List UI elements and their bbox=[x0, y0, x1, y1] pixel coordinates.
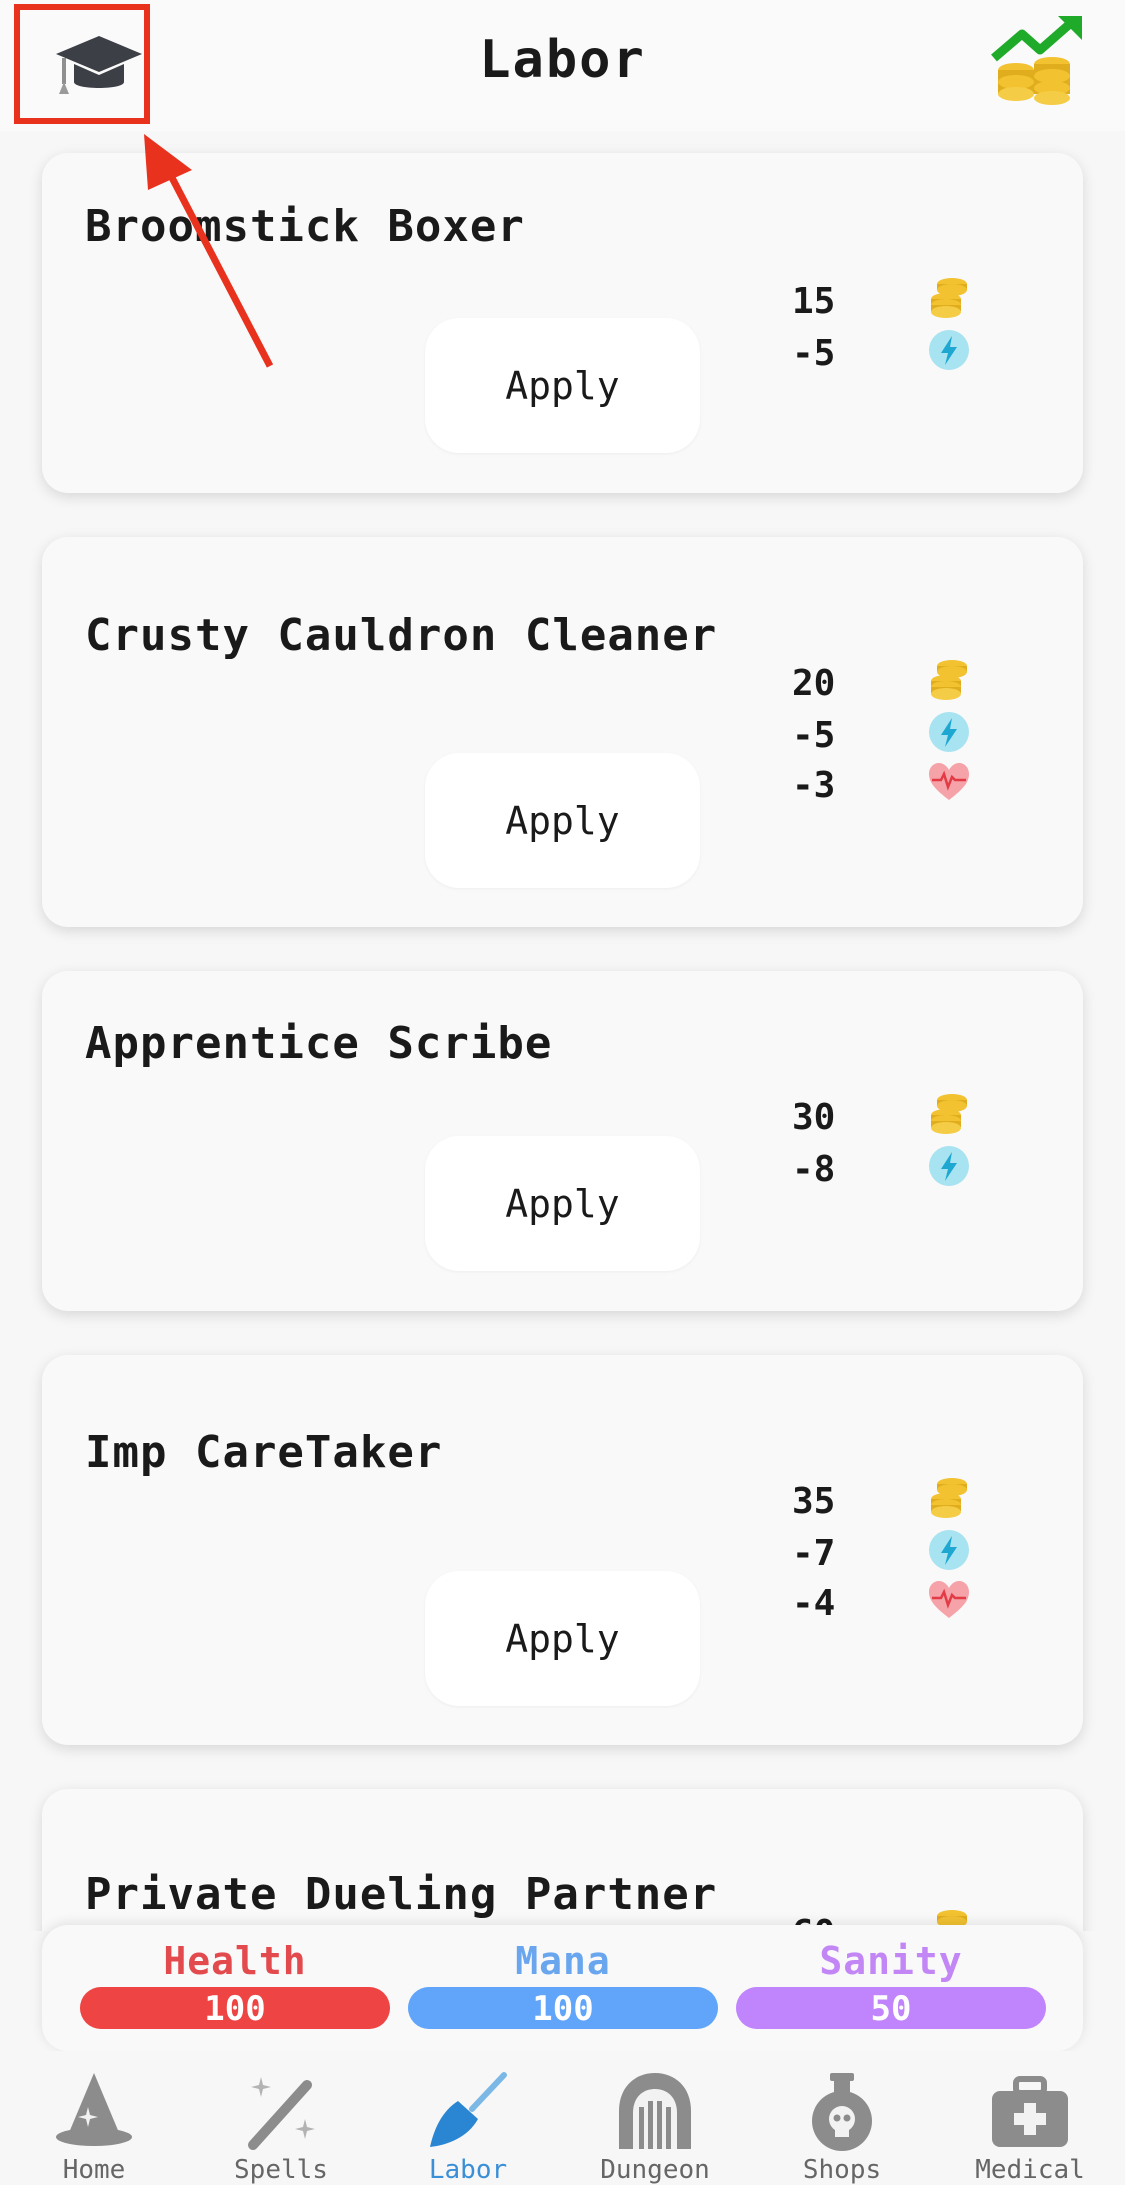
medical-kit-icon bbox=[992, 2076, 1068, 2147]
potion-skull-icon bbox=[812, 2073, 872, 2151]
sanity-bar: Sanity 50 bbox=[736, 1939, 1046, 2029]
job-title: Crusty Cauldron Cleaner bbox=[85, 610, 718, 661]
job-title: Imp CareTaker bbox=[85, 1427, 443, 1478]
gold-reward: 35 bbox=[792, 1475, 1012, 1525]
page-title: Labor bbox=[479, 30, 646, 90]
gold-coins-icon bbox=[926, 275, 972, 321]
mana-cost: -7 bbox=[792, 1527, 1012, 1577]
apply-button[interactable]: Apply bbox=[425, 1136, 700, 1271]
mana-cost: -5 bbox=[792, 327, 1012, 377]
apply-button[interactable]: Apply bbox=[425, 1571, 700, 1706]
dungeon-gate-icon bbox=[619, 2073, 691, 2149]
job-list[interactable]: Broomstick Boxer Apply 15 -5 Crusty Caul… bbox=[0, 131, 1125, 1931]
job-card: Apprentice Scribe Apply 30 -8 bbox=[42, 971, 1083, 1311]
heart-pulse-icon bbox=[926, 759, 972, 805]
job-card: Imp CareTaker Apply 35 -7 -4 bbox=[42, 1355, 1083, 1745]
mana-cost: -5 bbox=[792, 709, 1012, 759]
job-card: Private Dueling Partner 60 bbox=[42, 1789, 1083, 1931]
broom-icon bbox=[430, 2072, 507, 2147]
gold-coins-icon bbox=[926, 1475, 972, 1521]
job-title: Broomstick Boxer bbox=[85, 201, 525, 252]
vitals-panel: Health 100 Mana 100 Sanity 50 bbox=[42, 1925, 1083, 2051]
wizard-hat-icon bbox=[56, 2073, 132, 2146]
nav-home[interactable]: Home bbox=[9, 2051, 179, 2185]
heart-pulse-icon bbox=[926, 1577, 972, 1623]
lightning-bolt-icon bbox=[926, 327, 972, 373]
gold-reward: 20 bbox=[792, 657, 1012, 707]
job-title: Apprentice Scribe bbox=[85, 1018, 553, 1069]
health-bar: Health 100 bbox=[80, 1939, 390, 2029]
header: Labor bbox=[0, 0, 1125, 131]
job-card: Crusty Cauldron Cleaner Apply 20 -5 -3 bbox=[42, 537, 1083, 927]
gold-coins-icon bbox=[926, 657, 972, 703]
health-label: Health bbox=[163, 1939, 307, 1983]
health-cost: -4 bbox=[792, 1577, 1012, 1627]
bottom-nav: Home Spells Labor Dungeon Shops Medical bbox=[0, 2051, 1125, 2185]
lightning-bolt-icon bbox=[926, 709, 972, 755]
mana-value: 100 bbox=[532, 1989, 594, 2029]
lightning-bolt-icon bbox=[926, 1143, 972, 1189]
magic-wand-icon bbox=[248, 2077, 315, 2150]
gold-coins-icon bbox=[926, 1091, 972, 1137]
nav-shops[interactable]: Shops bbox=[757, 2051, 927, 2185]
job-card: Broomstick Boxer Apply 15 -5 bbox=[42, 153, 1083, 493]
nav-dungeon[interactable]: Dungeon bbox=[570, 2051, 740, 2185]
mana-cost: -8 bbox=[792, 1143, 1012, 1193]
sanity-label: Sanity bbox=[819, 1939, 963, 1983]
apply-button[interactable]: Apply bbox=[425, 318, 700, 453]
health-value: 100 bbox=[204, 1989, 266, 2029]
coins-trending-up-icon bbox=[991, 16, 1082, 105]
investments-button[interactable] bbox=[990, 12, 1090, 112]
mana-bar: Mana 100 bbox=[408, 1939, 718, 2029]
nav-labor[interactable]: Labor bbox=[383, 2051, 553, 2185]
mana-label: Mana bbox=[515, 1939, 611, 1983]
gold-reward: 30 bbox=[792, 1091, 1012, 1141]
apply-button[interactable]: Apply bbox=[425, 753, 700, 888]
sanity-value: 50 bbox=[870, 1989, 912, 2029]
gold-reward: 15 bbox=[792, 275, 1012, 325]
nav-medical[interactable]: Medical bbox=[945, 2051, 1115, 2185]
job-title: Private Dueling Partner bbox=[85, 1869, 718, 1920]
nav-spells[interactable]: Spells bbox=[196, 2051, 366, 2185]
health-cost: -3 bbox=[792, 759, 1012, 809]
lightning-bolt-icon bbox=[926, 1527, 972, 1573]
